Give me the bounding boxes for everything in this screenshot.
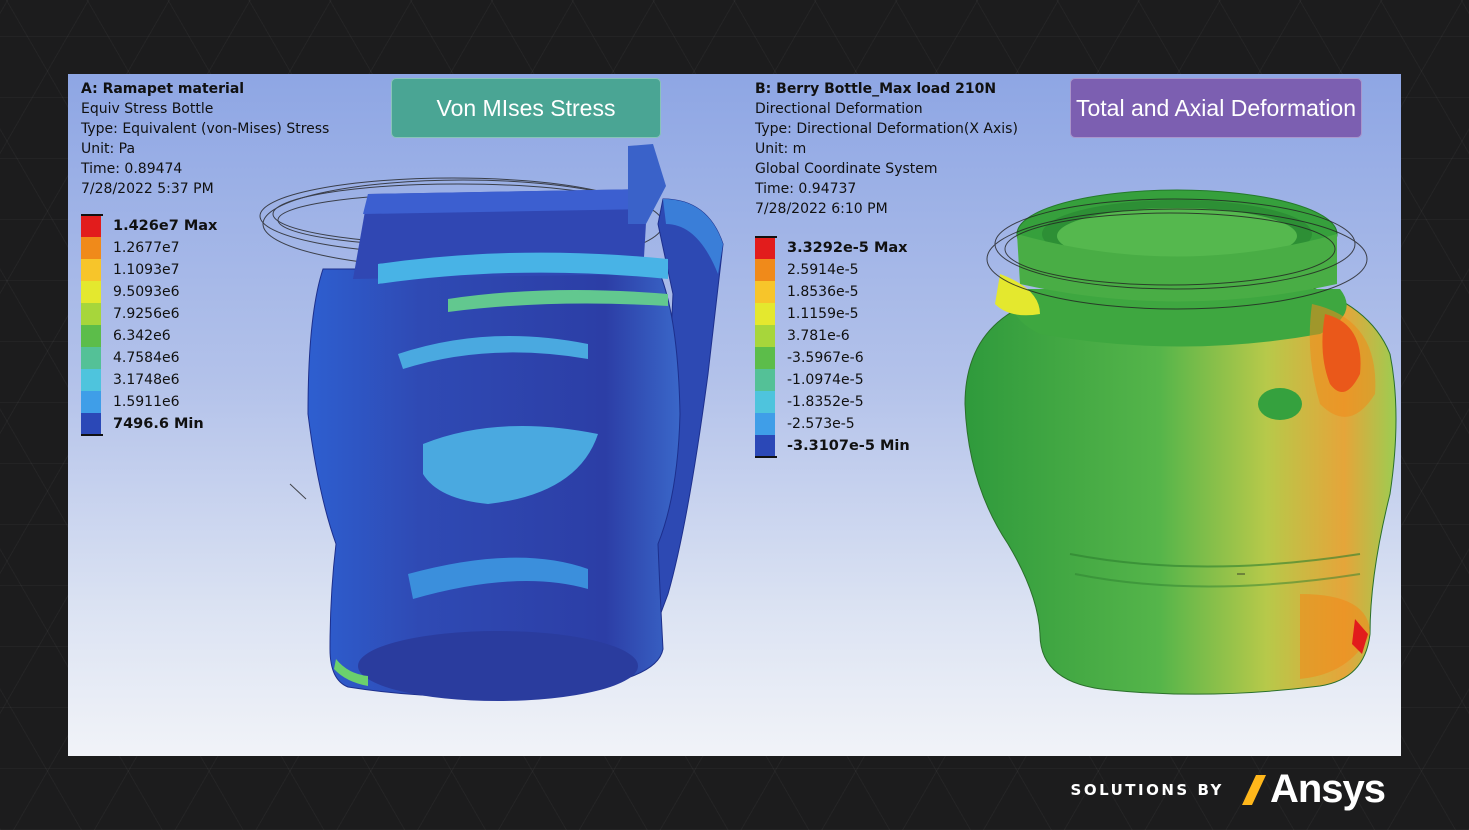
deformation-bottle-model: [964, 189, 1397, 695]
stress-bottle-model: [259, 144, 724, 701]
ansys-logo-text: Ansys: [1269, 767, 1386, 811]
solutions-by-label: SOLUTIONS BY: [1070, 780, 1224, 799]
stress-viewport[interactable]: A: Ramapet material Equiv Stress Bottle …: [68, 74, 738, 756]
deformation-viewport[interactable]: B: Berry Bottle_Max load 210N Directiona…: [740, 74, 1401, 756]
results-panel: A: Ramapet material Equiv Stress Bottle …: [68, 74, 1401, 756]
ansys-logo: Ansys: [1240, 767, 1386, 812]
ansys-chevron-icon: [1241, 774, 1266, 805]
branding: SOLUTIONS BY Ansys: [1070, 767, 1386, 812]
